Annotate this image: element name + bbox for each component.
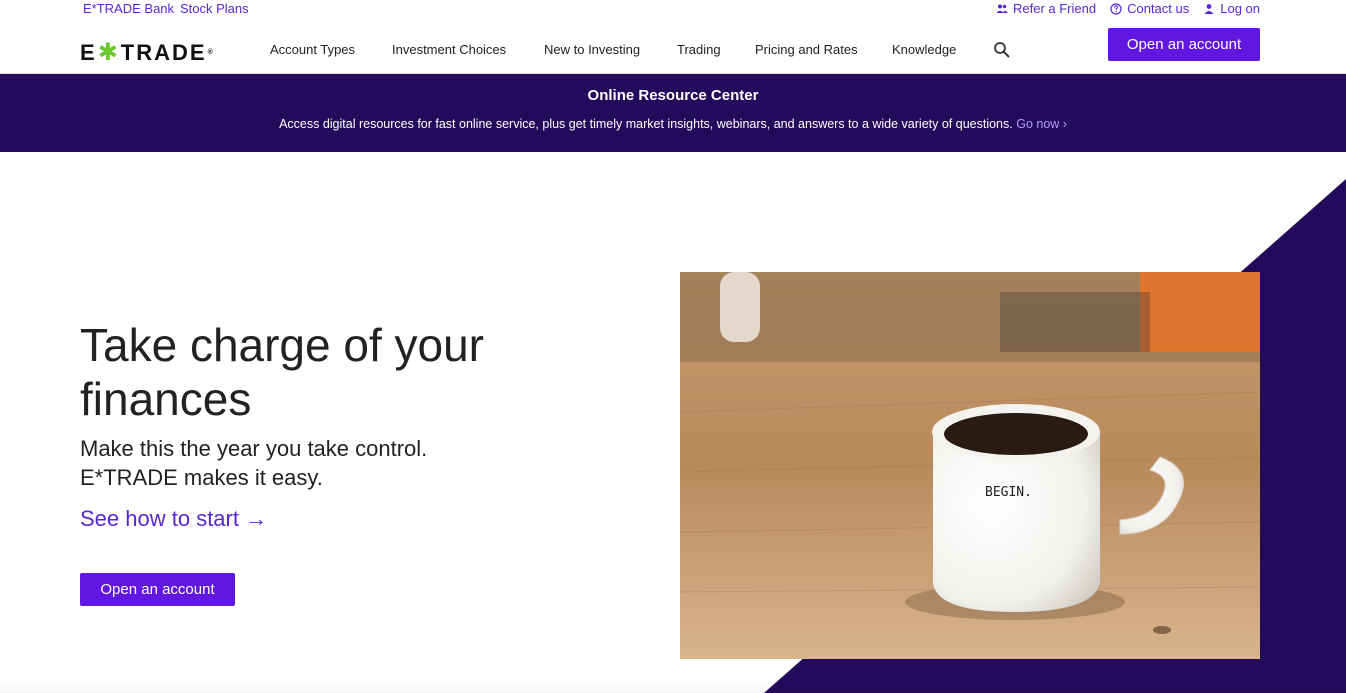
hero-subheading: Make this the year you take control. E*T…	[80, 436, 428, 490]
nav-new-to-investing[interactable]: New to Investing	[544, 42, 640, 57]
contact-us-link[interactable]: Contact us	[1110, 1, 1189, 16]
hero-heading: Take charge of your finances	[80, 319, 485, 425]
mug-text: BEGIN.	[985, 485, 1032, 500]
nav-account-types[interactable]: Account Types	[270, 42, 355, 57]
nav-investment-choices[interactable]: Investment Choices	[392, 42, 506, 57]
banner-description: Access digital resources for fast online…	[279, 117, 1013, 131]
resource-center-banner: Online Resource Center Access digital re…	[0, 74, 1346, 152]
open-account-header-button[interactable]: Open an account	[1108, 28, 1260, 61]
log-on-label: Log on	[1220, 1, 1260, 16]
banner-title: Online Resource Center	[587, 87, 759, 104]
search-icon[interactable]	[993, 41, 1011, 59]
coffee-mug-image: BEGIN.	[680, 272, 1260, 659]
log-on-link[interactable]: Log on	[1203, 1, 1260, 16]
etrade-logo[interactable]: E ✱ TRADE ®	[80, 38, 215, 67]
utility-right-links: Refer a Friend Contact us Log on	[996, 1, 1260, 16]
etrade-bank-link[interactable]: E*TRADE Bank	[83, 1, 174, 16]
bottom-shadow	[0, 683, 1346, 693]
banner-text: Access digital resources for fast online…	[0, 117, 1346, 131]
hero-photo: BEGIN.	[680, 272, 1260, 659]
go-now-link[interactable]: Go now ›	[1016, 117, 1067, 131]
open-account-hero-button[interactable]: Open an account	[80, 573, 235, 606]
utility-bar: E*TRADE Bank Stock Plans Refer a Friend …	[0, 0, 1346, 18]
see-how-to-start-link[interactable]: See how to start →	[80, 506, 267, 532]
refer-friend-link[interactable]: Refer a Friend	[996, 1, 1096, 16]
stock-plans-link[interactable]: Stock Plans	[180, 1, 249, 16]
help-circle-icon	[1110, 2, 1122, 15]
nav-knowledge[interactable]: Knowledge	[892, 42, 956, 57]
main-nav: E ✱ TRADE ® Account Types Investment Choice…	[0, 18, 1346, 74]
nav-trading[interactable]: Trading	[677, 42, 721, 57]
refer-friend-label: Refer a Friend	[1012, 1, 1097, 16]
nav-pricing-and-rates[interactable]: Pricing and Rates	[755, 42, 858, 57]
contact-us-label: Contact us	[1127, 1, 1190, 16]
user-icon	[1204, 3, 1214, 14]
people-icon	[996, 4, 1008, 13]
